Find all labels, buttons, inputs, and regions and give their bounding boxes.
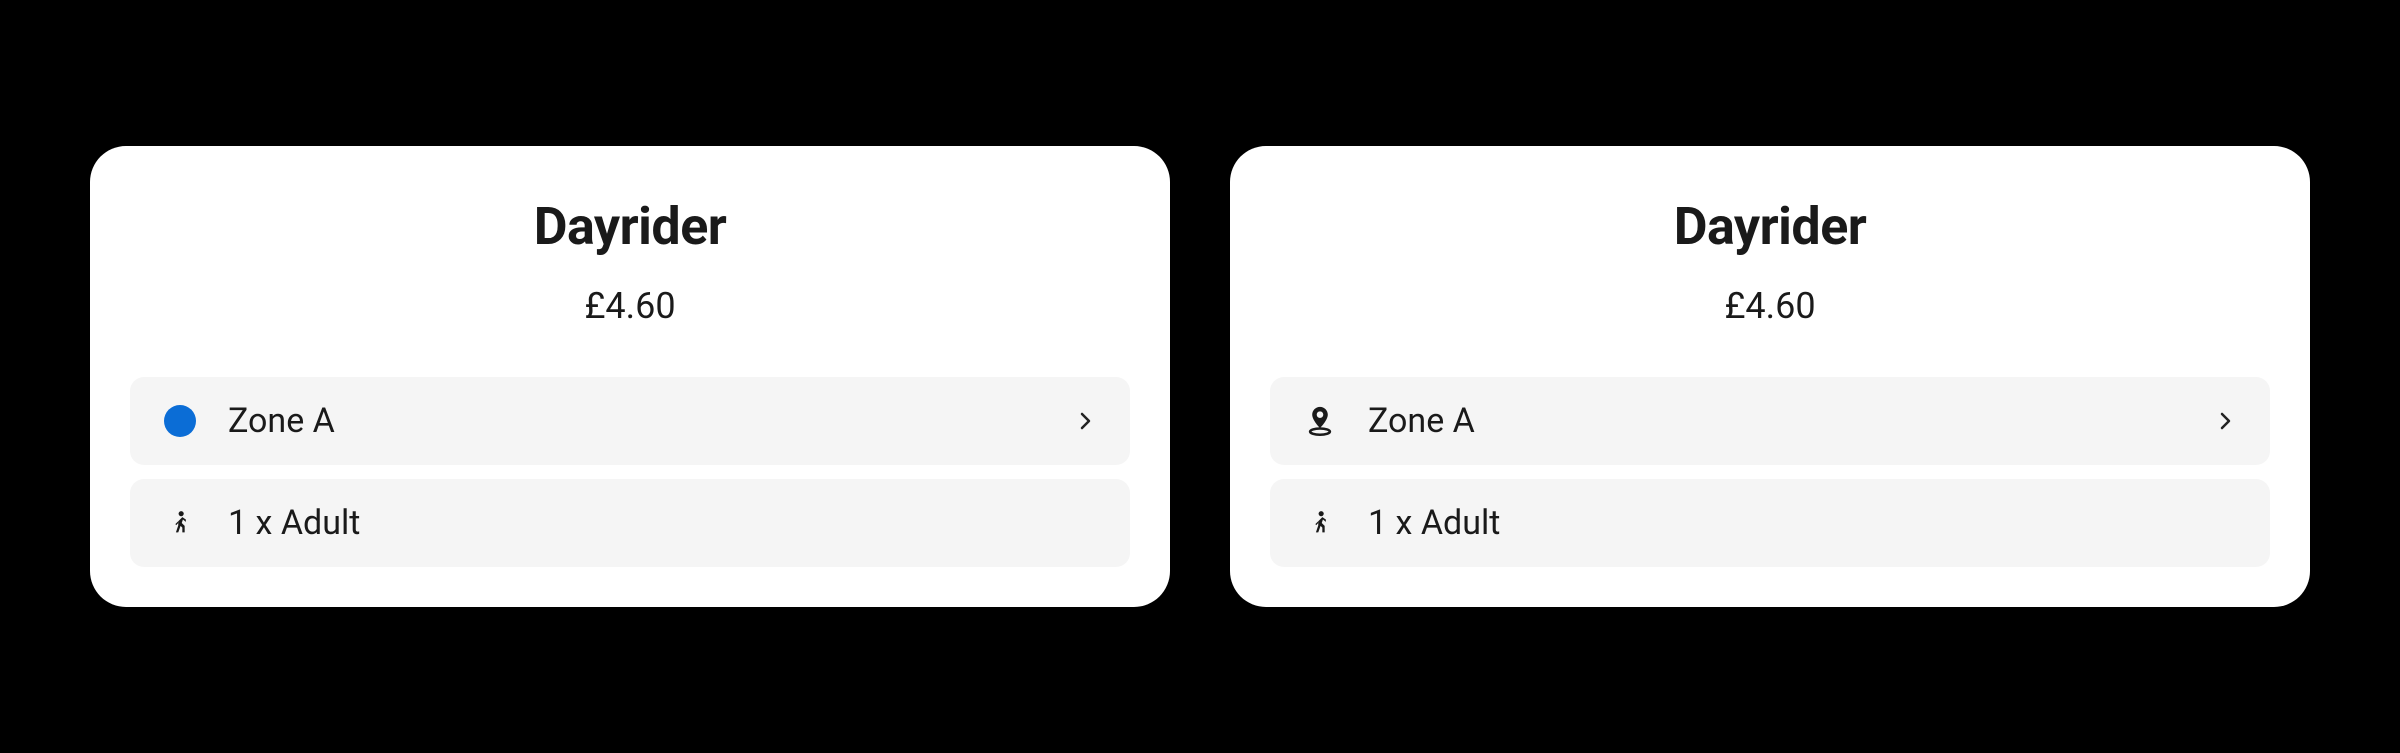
location-pin-icon bbox=[1300, 401, 1340, 441]
passenger-label: 1 x Adult bbox=[228, 503, 1100, 543]
zone-label: Zone A bbox=[1368, 401, 2210, 441]
zone-label: Zone A bbox=[228, 401, 1070, 441]
passenger-label: 1 x Adult bbox=[1368, 503, 2240, 543]
ticket-title: Dayrider bbox=[1674, 196, 1867, 257]
chevron-right-icon bbox=[2210, 406, 2240, 436]
passenger-row[interactable]: 1 x Adult bbox=[1270, 479, 2270, 567]
person-walking-icon bbox=[160, 503, 200, 543]
ticket-card: Dayrider £4.60 Zone A 1 x Adult bbox=[90, 146, 1170, 607]
chevron-right-icon bbox=[1070, 406, 1100, 436]
zone-dot-icon bbox=[160, 401, 200, 441]
ticket-title: Dayrider bbox=[534, 196, 727, 257]
ticket-card: Dayrider £4.60 Zone A 1 x Adult bbox=[1230, 146, 2310, 607]
zone-row[interactable]: Zone A bbox=[1270, 377, 2270, 465]
ticket-price: £4.60 bbox=[1724, 285, 1815, 327]
ticket-price: £4.60 bbox=[584, 285, 675, 327]
zone-row[interactable]: Zone A bbox=[130, 377, 1130, 465]
person-walking-icon bbox=[1300, 503, 1340, 543]
passenger-row[interactable]: 1 x Adult bbox=[130, 479, 1130, 567]
